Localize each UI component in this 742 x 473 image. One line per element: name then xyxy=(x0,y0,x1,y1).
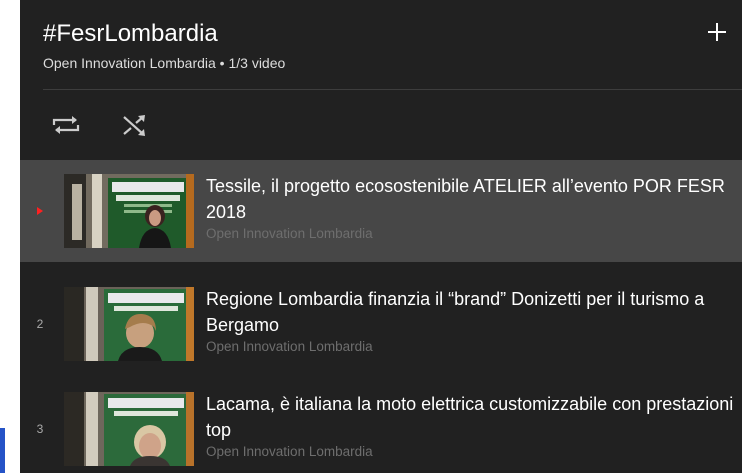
play-triangle-icon xyxy=(37,207,43,215)
video-channel: Open Innovation Lombardia xyxy=(206,339,373,354)
playlist-item-index: 2 xyxy=(36,317,44,331)
playlist-header: #FesrLombardia Open Innovation Lombardia… xyxy=(20,0,742,90)
playlist-controls xyxy=(20,90,742,160)
playlist-item-index: 3 xyxy=(36,422,44,436)
video-thumbnail-3[interactable] xyxy=(64,392,194,466)
video-info-1: Tessile, il progetto ecosostenibile ATEL… xyxy=(206,173,742,243)
video-thumbnail-1[interactable] xyxy=(64,174,194,248)
playlist-subtitle[interactable]: Open Innovation Lombardia • 1/3 video xyxy=(43,55,285,72)
video-thumbnail-2[interactable] xyxy=(64,287,194,361)
page-left-accent xyxy=(0,428,5,473)
playlist-item-1[interactable]: Tessile, il progetto ecosostenibile ATEL… xyxy=(20,160,742,262)
video-title[interactable]: Tessile, il progetto ecosostenibile ATEL… xyxy=(206,173,742,225)
video-channel: Open Innovation Lombardia xyxy=(206,444,373,459)
video-title[interactable]: Regione Lombardia finanzia il “brand” Do… xyxy=(206,286,742,338)
playlist-item-3[interactable]: 3 Lacama, è italiana la moto elettrica c… xyxy=(20,378,742,473)
video-channel: Open Innovation Lombardia xyxy=(206,226,373,241)
now-playing-indicator xyxy=(20,160,60,262)
loop-icon xyxy=(52,116,80,134)
playlist-item-2[interactable]: 2 Regione Lombardia finanzia il “brand” … xyxy=(20,273,742,375)
shuffle-icon xyxy=(123,115,145,136)
loop-button[interactable] xyxy=(49,110,83,140)
playlist-panel: #FesrLombardia Open Innovation Lombardia… xyxy=(20,0,742,473)
video-title[interactable]: Lacama, è italiana la moto elettrica cus… xyxy=(206,391,742,443)
shuffle-button[interactable] xyxy=(118,110,152,140)
video-info-2: Regione Lombardia finanzia il “brand” Do… xyxy=(206,286,742,356)
plus-icon xyxy=(708,23,726,41)
playlist-title[interactable]: #FesrLombardia xyxy=(43,20,218,48)
add-button[interactable] xyxy=(702,17,732,47)
video-info-3: Lacama, è italiana la moto elettrica cus… xyxy=(206,391,742,461)
page-left-edge xyxy=(0,0,20,473)
